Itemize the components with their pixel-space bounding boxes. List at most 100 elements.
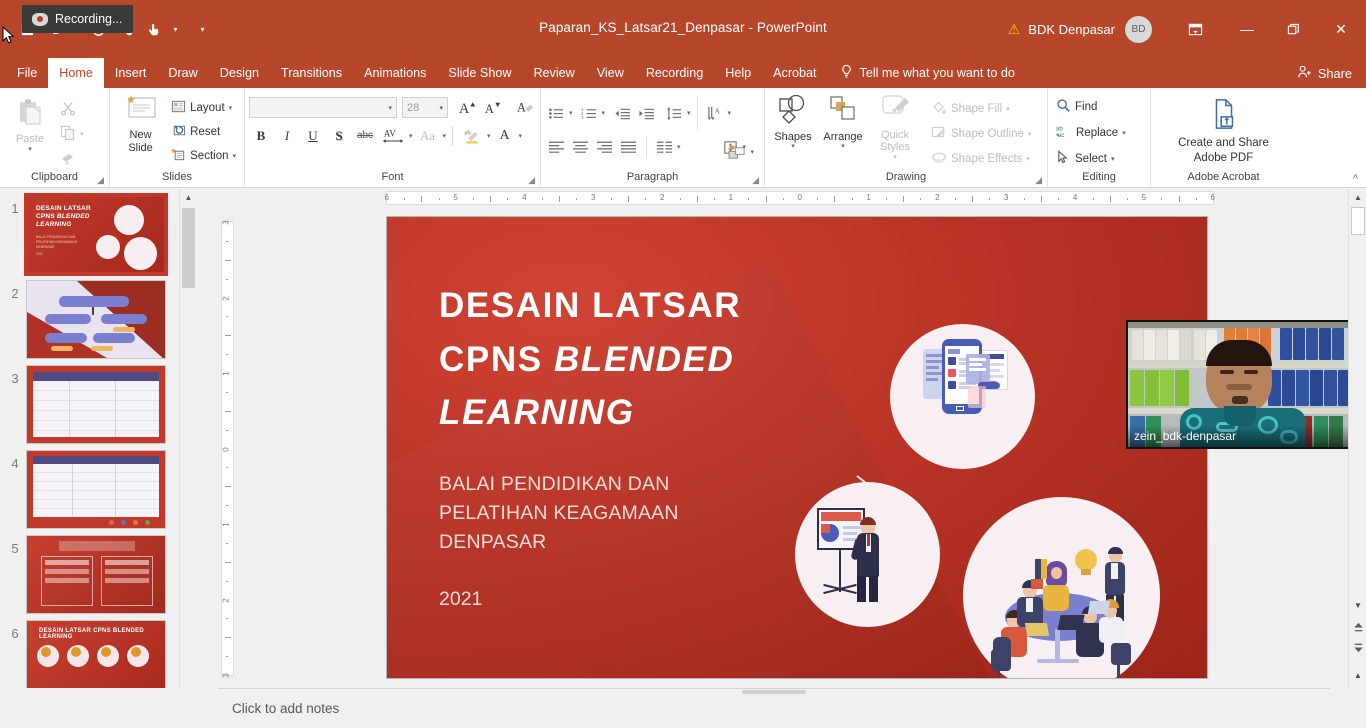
tab-home[interactable]: Home: [48, 58, 104, 88]
chevron-down-icon[interactable]: ▾: [841, 143, 845, 151]
arrange-button[interactable]: Arrange ▾: [817, 94, 869, 151]
scrollbar-thumb[interactable]: [1351, 207, 1365, 235]
tab-insert[interactable]: Insert: [104, 58, 158, 88]
maximize-restore-button[interactable]: [1270, 12, 1316, 46]
chevron-down-icon[interactable]: ▾: [229, 104, 233, 112]
decrease-font-size-button[interactable]: A: [480, 96, 504, 119]
tab-help[interactable]: Help: [714, 58, 762, 88]
layout-button[interactable]: Layout ▾: [167, 97, 240, 119]
shape-outline-button[interactable]: Shape Outline ▾: [927, 123, 1035, 145]
shapes-button[interactable]: Shapes ▾: [769, 94, 817, 151]
chevron-down-icon[interactable]: ▾: [728, 109, 732, 117]
chevron-down-icon[interactable]: ▾: [443, 132, 447, 140]
recording-toast[interactable]: Recording...: [22, 5, 133, 33]
chevron-down-icon[interactable]: ▾: [232, 152, 236, 160]
tab-recording[interactable]: Recording: [635, 58, 714, 88]
replace-button[interactable]: ab ac Replace ▾: [1052, 122, 1130, 144]
notes-pane[interactable]: Click to add notes: [218, 688, 1330, 728]
chevron-down-icon[interactable]: ▾: [791, 143, 795, 151]
ribbon-display-options-icon[interactable]: [1172, 12, 1218, 46]
tab-file[interactable]: File: [6, 58, 48, 88]
chevron-down-icon[interactable]: ▾: [519, 132, 523, 140]
strikethrough-button[interactable]: abc: [353, 124, 377, 147]
avatar[interactable]: BD: [1125, 15, 1152, 43]
increase-indent-button[interactable]: [635, 102, 658, 124]
tab-slide-show[interactable]: Slide Show: [437, 58, 522, 88]
numbering-button[interactable]: 123: [578, 102, 601, 124]
touch-mouse-mode-button[interactable]: [141, 16, 167, 42]
align-left-button[interactable]: [545, 136, 568, 158]
slide-title[interactable]: DESAIN LATSAR CPNS BLENDED LEARNING: [439, 279, 919, 440]
drawing-dialog-launcher[interactable]: ◢: [1035, 175, 1042, 186]
thumbnail-item-5[interactable]: 5: [0, 529, 196, 614]
share-button[interactable]: Share: [1297, 58, 1352, 88]
scroll-up-button[interactable]: ▲: [180, 189, 196, 206]
font-color-button[interactable]: A: [493, 124, 517, 147]
clipboard-dialog-launcher[interactable]: ◢: [97, 175, 104, 186]
tell-me-search[interactable]: Tell me what you want to do: [840, 58, 1015, 88]
chevron-down-icon[interactable]: ▾: [1026, 155, 1030, 163]
scroll-up-button[interactable]: ▲: [1349, 189, 1366, 206]
thumbnail-item-4[interactable]: 4: [0, 444, 196, 529]
italic-button[interactable]: I: [275, 124, 299, 147]
format-painter-button[interactable]: [56, 148, 88, 170]
decrease-indent-button[interactable]: [611, 102, 634, 124]
collapse-ribbon-button[interactable]: ^: [1353, 173, 1358, 185]
slide-year[interactable]: 2021: [439, 588, 482, 611]
create-and-share-adobe-pdf-button[interactable]: Create and Share Adobe PDF: [1164, 98, 1284, 165]
align-right-button[interactable]: [593, 136, 616, 158]
chevron-down-icon[interactable]: ▾: [1028, 130, 1032, 138]
quick-styles-button[interactable]: Quick Styles ▾: [869, 94, 921, 162]
increase-font-size-button[interactable]: A: [455, 96, 479, 119]
thumbnail-item-1[interactable]: 1 DESAIN LATSAR CPNS BLENDED LEARNING BALA…: [0, 189, 196, 276]
close-button[interactable]: ✕: [1316, 12, 1366, 46]
clear-formatting-button[interactable]: A: [513, 96, 537, 119]
tab-review[interactable]: Review: [522, 58, 585, 88]
chevron-down-icon[interactable]: ▾: [409, 132, 413, 140]
thumbnail-scrollbar[interactable]: ▲ ▼: [179, 189, 196, 728]
chevron-down-icon[interactable]: ▾: [569, 109, 573, 117]
chevron-down-icon[interactable]: ▾: [388, 104, 392, 112]
convert-to-smartart-button[interactable]: [726, 141, 749, 163]
paste-button[interactable]: Paste ▾: [4, 94, 56, 154]
thumbnail-item-3[interactable]: 3: [0, 359, 196, 444]
text-shadow-button[interactable]: S: [327, 124, 351, 147]
chevron-down-icon[interactable]: ▾: [602, 109, 606, 117]
text-direction-button[interactable]: A: [704, 102, 727, 124]
scroll-down-button[interactable]: ▼: [1349, 597, 1366, 614]
scrollbar-thumb[interactable]: [182, 208, 195, 288]
chevron-down-icon[interactable]: ▾: [1006, 105, 1010, 113]
align-center-button[interactable]: [569, 136, 592, 158]
chevron-down-icon[interactable]: ▾: [687, 109, 691, 117]
chevron-down-icon[interactable]: ▾: [893, 154, 897, 162]
chevron-down-icon[interactable]: ▾: [1111, 155, 1115, 163]
line-spacing-button[interactable]: [663, 102, 686, 124]
columns-button[interactable]: [653, 136, 676, 158]
tab-acrobat[interactable]: Acrobat: [762, 58, 827, 88]
chevron-down-icon[interactable]: ▾: [439, 104, 443, 112]
justify-button[interactable]: [617, 136, 640, 158]
slide-thumbnail-pane[interactable]: 1 DESAIN LATSAR CPNS BLENDED LEARNING BALA…: [0, 189, 196, 728]
chevron-down-icon[interactable]: ▾: [28, 146, 32, 154]
slide-subtitle[interactable]: BALAI PENDIDIKAN DAN PELATIHAN KEAGAMAAN…: [439, 470, 769, 557]
thumbnail-item-2[interactable]: 2: [0, 274, 196, 359]
minimize-button[interactable]: —: [1224, 12, 1270, 46]
change-case-button[interactable]: Aa: [415, 124, 441, 147]
chevron-down-icon[interactable]: ▾: [1122, 129, 1126, 137]
account-name[interactable]: BDK Denpasar: [1028, 22, 1115, 37]
touch-mode-dropdown-icon[interactable]: ▾: [169, 16, 182, 42]
tab-design[interactable]: Design: [209, 58, 270, 88]
slide-thumbnail[interactable]: [26, 450, 166, 529]
thumbnail-item-6[interactable]: 6 DESAIN LATSAR CPNS BLENDED LEARNING: [0, 614, 196, 699]
chevron-down-icon[interactable]: ▾: [80, 130, 84, 138]
tab-animations[interactable]: Animations: [353, 58, 437, 88]
shape-fill-button[interactable]: Shape Fill ▾: [927, 98, 1035, 120]
font-name-input[interactable]: ▾: [249, 97, 397, 118]
bold-button[interactable]: B: [249, 124, 273, 147]
chevron-down-icon[interactable]: ▾: [487, 132, 491, 140]
notes-placeholder[interactable]: Click to add notes: [232, 701, 339, 716]
slide-thumbnail[interactable]: [26, 280, 166, 359]
character-spacing-button[interactable]: AV: [379, 124, 407, 147]
chevron-down-icon[interactable]: ▾: [750, 148, 754, 156]
copy-button[interactable]: ▾: [56, 123, 88, 145]
